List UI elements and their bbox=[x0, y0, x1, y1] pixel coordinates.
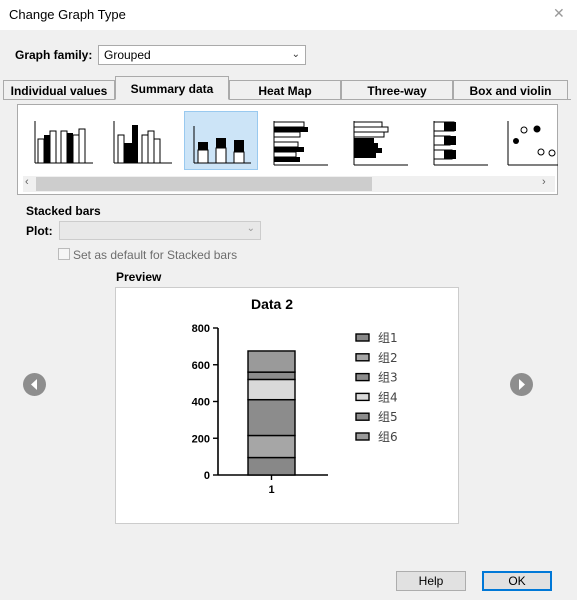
next-arrow-button[interactable] bbox=[510, 373, 533, 396]
legend-label: 组4 bbox=[378, 390, 398, 404]
tab-box-and-violin[interactable]: Box and violin bbox=[453, 80, 568, 100]
close-icon[interactable]: ✕ bbox=[553, 5, 565, 22]
preview-panel: Data 2 0 200 400 600 800 1 组1 组2 组3 组4 组5 组6 bbox=[115, 287, 459, 524]
horizontal-grouped-bars-icon[interactable] bbox=[264, 111, 338, 170]
chart-title: Data 2 bbox=[251, 296, 293, 312]
bar-segment-1 bbox=[247, 456, 296, 476]
stacked-bars-icon[interactable] bbox=[184, 111, 258, 170]
grouped-bars-icon[interactable] bbox=[27, 111, 101, 170]
graph-family-label: Graph family: bbox=[15, 48, 93, 62]
chevron-down-icon: ⌄ bbox=[291, 49, 300, 60]
chevron-right-icon[interactable]: › bbox=[542, 176, 546, 188]
horizontal-bars-icon[interactable] bbox=[424, 111, 498, 170]
tab-heat-map[interactable]: Heat Map bbox=[229, 80, 341, 100]
y-tick-label: 600 bbox=[192, 360, 210, 372]
bar-segment-2 bbox=[247, 434, 296, 459]
default-checkbox[interactable] bbox=[58, 248, 70, 260]
arrow-right-icon bbox=[519, 379, 525, 390]
tab-three-way[interactable]: Three-way bbox=[341, 80, 453, 100]
gallery-scrollbar-thumb[interactable] bbox=[36, 177, 372, 191]
legend-swatch bbox=[355, 333, 370, 342]
legend-label: 组5 bbox=[378, 410, 398, 424]
arrow-left-icon bbox=[31, 379, 37, 390]
tab-individual-values[interactable]: Individual values bbox=[3, 80, 115, 100]
help-button[interactable]: Help bbox=[396, 571, 466, 591]
ok-button[interactable]: OK bbox=[482, 571, 552, 591]
y-tick-label: 200 bbox=[192, 433, 210, 445]
horizontal-stacked-bars-icon[interactable] bbox=[344, 111, 418, 170]
legend-swatch bbox=[355, 353, 370, 362]
bar-segment-5 bbox=[247, 371, 296, 381]
y-tick-label: 800 bbox=[192, 323, 210, 335]
bar-segment-6 bbox=[247, 350, 296, 373]
default-checkbox-label: Set as default for Stacked bars bbox=[73, 248, 238, 262]
bar-segment-3 bbox=[247, 398, 296, 437]
y-tick-label: 0 bbox=[204, 470, 210, 482]
legend-label: 组6 bbox=[378, 430, 398, 444]
bar-segment-4 bbox=[247, 378, 296, 401]
legend-swatch bbox=[355, 432, 370, 441]
window-title: Change Graph Type bbox=[9, 7, 126, 22]
tab-underline bbox=[3, 99, 571, 100]
grouped-bars-filled-icon[interactable] bbox=[106, 111, 180, 170]
legend-swatch bbox=[355, 372, 370, 382]
legend-swatch bbox=[355, 392, 370, 402]
legend-label: 组3 bbox=[378, 371, 398, 385]
section-heading: Stacked bars bbox=[26, 204, 101, 218]
graph-family-value: Grouped bbox=[104, 48, 151, 62]
chevron-down-icon: ⌄ bbox=[246, 223, 255, 234]
chevron-left-icon[interactable]: ‹ bbox=[25, 176, 29, 188]
legend-label: 组1 bbox=[378, 331, 398, 345]
tab-summary-data[interactable]: Summary data bbox=[115, 76, 229, 100]
scatter-points-icon[interactable] bbox=[500, 111, 558, 170]
preview-label: Preview bbox=[116, 270, 162, 284]
legend-swatch bbox=[355, 412, 370, 421]
plot-select[interactable]: ⌄ bbox=[59, 221, 261, 240]
legend-label: 组2 bbox=[378, 351, 398, 365]
graph-family-select[interactable]: Grouped ⌄ bbox=[98, 45, 306, 65]
y-tick-label: 400 bbox=[192, 397, 210, 409]
preview-chart: Data 2 0 200 400 600 800 1 组1 组2 组3 组4 组5 组6 bbox=[192, 296, 398, 496]
previous-arrow-button[interactable] bbox=[23, 373, 46, 396]
x-tick-label: 1 bbox=[268, 484, 274, 496]
plot-label: Plot: bbox=[26, 224, 53, 238]
